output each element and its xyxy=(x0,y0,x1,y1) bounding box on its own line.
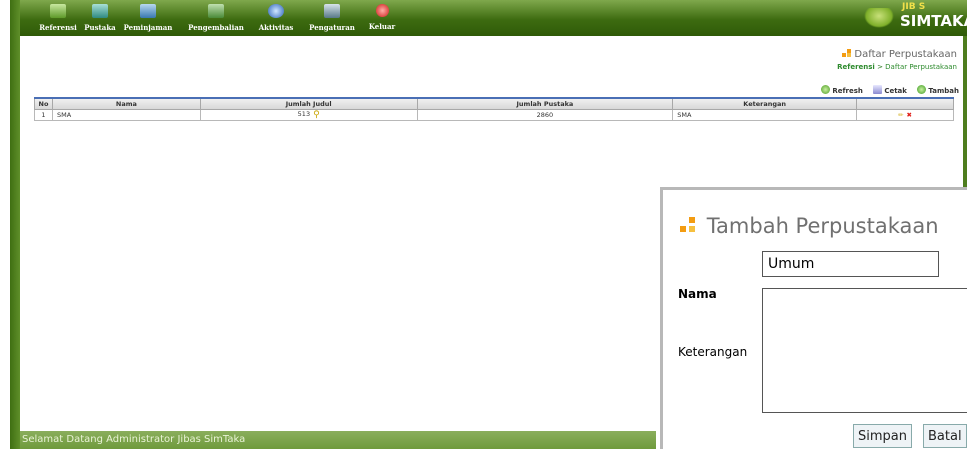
table-header-row: No Nama Jumlah Judul Jumlah Pustaka Kete… xyxy=(34,97,954,110)
list-icon xyxy=(50,4,66,18)
library-table: No Nama Jumlah Judul Jumlah Pustaka Kete… xyxy=(34,97,954,121)
return-icon xyxy=(208,4,224,18)
menu-label: Aktivitas xyxy=(258,23,294,32)
col-header-jumlah-pustaka: Jumlah Pustaka xyxy=(416,97,674,110)
menu-label: Pengembalian xyxy=(188,23,244,32)
search-icon[interactable]: ⚲ xyxy=(313,110,320,120)
refresh-link[interactable]: Refresh xyxy=(821,85,863,95)
orange-squares-icon xyxy=(678,215,700,235)
add-label: Tambah xyxy=(928,87,959,95)
col-header-keterangan: Keterangan xyxy=(672,97,858,110)
menu-label: Pustaka xyxy=(84,23,116,32)
breadcrumb-current: Daftar Perpustakaan xyxy=(885,63,957,71)
page-title-text: Daftar Perpustakaan xyxy=(854,49,957,60)
add-library-dialog: Tambah Perpustakaan Nama Keterangan Simp… xyxy=(660,187,967,449)
cell-jumlah-judul: 513 ⚲ xyxy=(199,108,418,121)
cell-jumlah-pustaka: 2860 xyxy=(416,108,674,121)
edit-pencil-icon[interactable]: ✏ xyxy=(898,111,903,119)
action-links: Refresh Cetak Tambah xyxy=(813,85,959,95)
leaf-logo-icon xyxy=(864,8,894,28)
delete-icon[interactable]: ✖ xyxy=(907,111,912,119)
col-header-jumlah-judul: Jumlah Judul xyxy=(199,97,418,110)
cell-no: 1 xyxy=(34,108,53,121)
print-icon xyxy=(873,85,883,94)
print-label: Cetak xyxy=(884,87,907,95)
menu-item-peminjaman[interactable]: Peminjaman xyxy=(122,4,174,34)
main-menu-bar: Referensi Pustaka Peminjaman Pengembalia… xyxy=(20,0,967,36)
menu-item-aktivitas[interactable]: Aktivitas xyxy=(252,4,300,34)
menu-label: Peminjaman xyxy=(123,23,173,32)
breadcrumb-separator: > xyxy=(877,63,883,71)
menu-item-pustaka[interactable]: Pustaka xyxy=(80,4,120,34)
menu-item-keluar[interactable]: Keluar xyxy=(364,4,400,34)
cancel-button[interactable]: Batal xyxy=(923,424,967,448)
keterangan-label: Keterangan xyxy=(678,345,748,359)
dialog-title-text: Tambah Perpustakaan xyxy=(706,214,939,238)
menu-item-referensi[interactable]: Referensi xyxy=(32,4,84,34)
logo-main-text: SIMTAKA xyxy=(900,12,967,30)
power-icon xyxy=(375,4,389,17)
col-header-actions xyxy=(856,97,954,110)
globe-icon xyxy=(268,4,284,18)
save-button[interactable]: Simpan xyxy=(853,424,912,448)
nama-label: Nama xyxy=(678,287,717,301)
table-row: 1 SMA 513 ⚲ 2860 SMA ✏ ✖ xyxy=(34,108,954,121)
cell-actions: ✏ ✖ xyxy=(856,108,954,121)
menu-item-pengembalian[interactable]: Pengembalian xyxy=(184,4,248,34)
add-icon xyxy=(917,85,927,94)
left-frame-border xyxy=(10,0,20,449)
keterangan-input[interactable] xyxy=(762,288,967,413)
menu-item-pengaturan[interactable]: Pengaturan xyxy=(304,4,360,34)
breadcrumb-root-link[interactable]: Referensi xyxy=(837,63,875,71)
wrench-icon xyxy=(324,4,340,18)
menu-label: Pengaturan xyxy=(309,23,355,32)
refresh-label: Refresh xyxy=(832,87,863,95)
col-header-no: No xyxy=(34,97,53,110)
nama-input[interactable] xyxy=(762,251,939,277)
cell-keterangan: SMA xyxy=(672,108,858,121)
simtaka-logo: JIB S SIMTAKA xyxy=(864,2,967,32)
books-icon xyxy=(92,4,108,18)
dialog-title: Tambah Perpustakaan xyxy=(678,214,939,238)
jumlah-judul-value: 513 xyxy=(297,109,311,118)
breadcrumb: Referensi > Daftar Perpustakaan xyxy=(837,63,957,71)
logo-top-text: JIB S xyxy=(902,2,926,12)
add-link[interactable]: Tambah xyxy=(917,85,959,95)
cell-nama: SMA xyxy=(51,108,201,121)
menu-label: Referensi xyxy=(39,23,77,32)
page-title: Daftar Perpustakaan xyxy=(842,49,957,60)
col-header-nama: Nama xyxy=(51,97,201,110)
orange-squares-icon xyxy=(842,49,852,57)
status-bar: Selamat Datang Administrator Jibas SimTa… xyxy=(20,431,656,449)
welcome-text: Selamat Datang Administrator Jibas SimTa… xyxy=(22,434,246,445)
borrow-icon xyxy=(140,4,156,18)
refresh-icon xyxy=(821,85,831,94)
menu-label: Keluar xyxy=(368,22,396,31)
print-link[interactable]: Cetak xyxy=(873,85,907,95)
